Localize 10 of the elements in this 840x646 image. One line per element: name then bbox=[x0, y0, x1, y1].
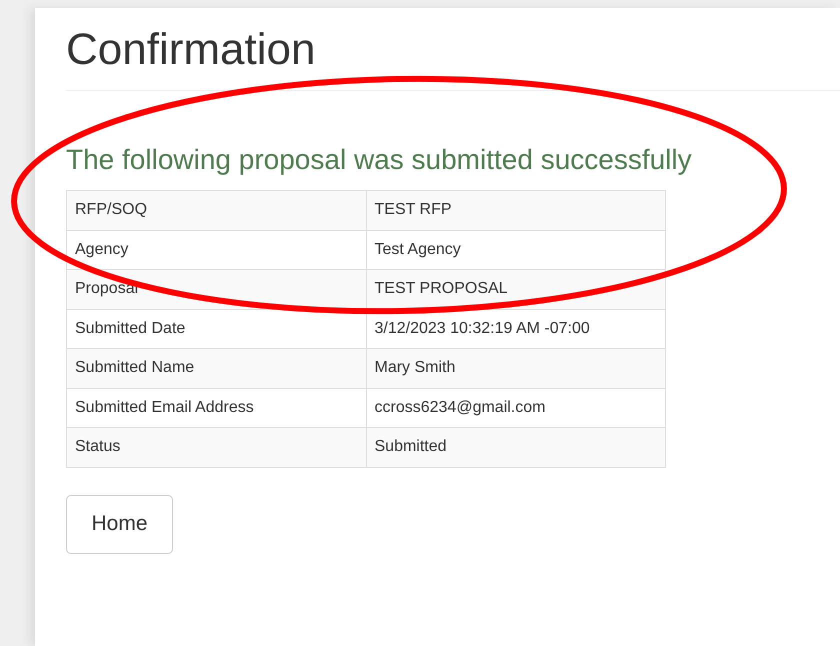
table-cell: Status bbox=[66, 428, 366, 467]
table-cell: Proposal bbox=[66, 270, 366, 309]
table-cell: Mary Smith bbox=[366, 348, 666, 388]
table-cell: Submitted Name bbox=[66, 348, 366, 388]
page-title: Confirmation bbox=[66, 26, 840, 91]
success-message: The following proposal was submitted successfully bbox=[66, 143, 693, 177]
table-cell: TEST RFP bbox=[366, 190, 666, 230]
table-cell: RFP/SOQ bbox=[66, 190, 366, 230]
table-cell: Submitted bbox=[366, 428, 666, 467]
home-button[interactable]: Home bbox=[66, 494, 173, 554]
